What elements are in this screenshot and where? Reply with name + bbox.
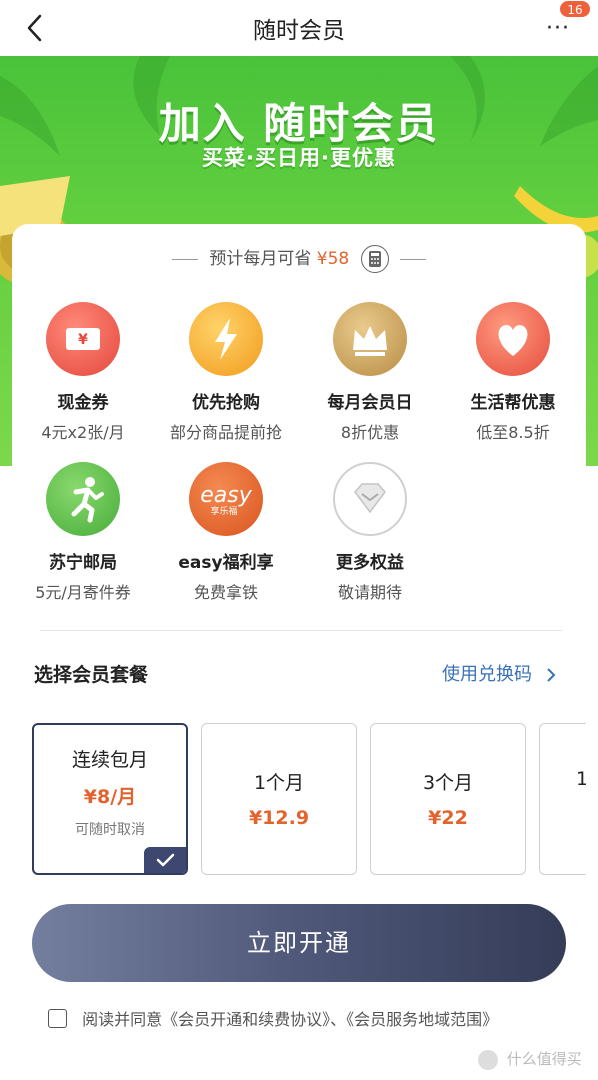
plan-option-partial[interactable]: 1 <box>539 723 586 875</box>
benefit-priority-purchase[interactable]: 优先抢购 部分商品提前抢 <box>155 302 297 443</box>
savings-amount: ¥58 <box>316 249 350 269</box>
benefit-title: 更多权益 <box>336 553 404 573</box>
agreement-text[interactable]: 阅读并同意《会员开通和续费协议》、《会员服务地域范围》 <box>82 1010 498 1029</box>
svg-text:¥: ¥ <box>78 332 88 348</box>
runner-icon <box>46 462 120 536</box>
plan-option-1-month[interactable]: 1个月 ¥12.9 <box>201 723 357 875</box>
plan-option-continuous-monthly[interactable]: 连续包月 ¥8/月 可随时取消 <box>32 723 188 875</box>
top-nav-bar: 随时会员 ··· 16 <box>0 0 598 56</box>
redeem-code-label: 使用兑换码 <box>442 664 532 685</box>
benefit-title: easy福利享 <box>178 553 274 573</box>
back-arrow-icon <box>27 14 42 42</box>
more-dots-icon: ··· <box>546 16 570 41</box>
savings-label: 预计每月可省 <box>209 249 312 269</box>
benefit-desc: 4元x2张/月 <box>41 423 125 442</box>
benefit-post-office[interactable]: 苏宁邮局 5元/月寄件券 <box>12 462 154 603</box>
benefit-title: 优先抢购 <box>192 393 260 413</box>
heart-icon <box>476 302 550 376</box>
benefit-easy-welfare[interactable]: easy 享乐福 easy福利享 免费拿铁 <box>155 462 297 603</box>
crown-icon <box>333 302 407 376</box>
benefit-more[interactable]: 更多权益 敬请期待 <box>299 462 441 603</box>
savings-divider-right <box>400 258 427 260</box>
plan-price: ¥12.9 <box>248 807 310 829</box>
plans-section-title: 选择会员套餐 <box>34 664 149 686</box>
agreement-checkbox[interactable] <box>48 1008 67 1028</box>
plan-name: 1个月 <box>253 772 305 794</box>
benefit-desc: 免费拿铁 <box>193 583 258 602</box>
plan-name: 3个月 <box>422 772 474 794</box>
diamond-icon <box>333 462 407 536</box>
selected-check-icon <box>144 847 186 873</box>
chevron-right-icon <box>547 668 556 682</box>
benefit-desc: 部分商品提前抢 <box>169 423 282 442</box>
plan-note: 可随时取消 <box>75 822 145 838</box>
benefit-title: 每月会员日 <box>327 393 413 413</box>
calculator-icon[interactable] <box>360 245 389 273</box>
back-button[interactable] <box>20 10 56 46</box>
benefit-desc: 低至8.5折 <box>476 423 550 442</box>
benefit-title: 生活帮优惠 <box>470 393 556 413</box>
svg-text:easy: easy <box>200 483 252 508</box>
plan-price: ¥8/月 <box>83 786 137 808</box>
benefit-title: 现金券 <box>57 393 109 413</box>
activate-now-button[interactable]: 立即开通 <box>32 904 566 982</box>
svg-text:享乐福: 享乐福 <box>210 505 237 517</box>
benefit-desc: 5元/月寄件券 <box>35 583 131 602</box>
estimated-savings: 预计每月可省 ¥58 <box>12 244 586 274</box>
plan-option-3-months[interactable]: 3个月 ¥22 <box>370 723 526 875</box>
watermark: 什么值得买 <box>478 1048 582 1070</box>
page-title: 随时会员 <box>253 18 345 44</box>
easy-logo-icon: easy 享乐福 <box>189 462 263 536</box>
benefit-cash-coupon[interactable]: ¥ 现金券 4元x2张/月 <box>12 302 154 443</box>
plan-name: 1 <box>540 768 586 790</box>
agreement-row: 阅读并同意《会员开通和续费协议》、《会员服务地域范围》 <box>48 1006 498 1029</box>
membership-card: 预计每月可省 ¥58 ¥ 现金券 4元x2张/月 优先抢购 部分商品提前抢 每月… <box>12 224 586 1080</box>
lightning-icon <box>189 302 263 376</box>
benefit-desc: 8折优惠 <box>340 423 400 442</box>
redeem-code-link[interactable]: 使用兑换码 <box>442 660 558 686</box>
watermark-logo-icon <box>478 1049 498 1070</box>
benefit-title: 苏宁邮局 <box>49 553 117 573</box>
benefit-member-day[interactable]: 每月会员日 8折优惠 <box>299 302 441 443</box>
benefit-life-helper[interactable]: 生活帮优惠 低至8.5折 <box>442 302 584 443</box>
plan-name: 连续包月 <box>71 749 148 771</box>
section-divider <box>40 630 562 631</box>
savings-divider-left <box>171 258 198 260</box>
cash-coupon-icon: ¥ <box>46 302 120 376</box>
plan-price: ¥22 <box>428 807 468 829</box>
message-count-badge: 16 <box>559 0 591 18</box>
benefit-desc: 敬请期待 <box>337 583 402 602</box>
watermark-text: 什么值得买 <box>506 1050 582 1068</box>
